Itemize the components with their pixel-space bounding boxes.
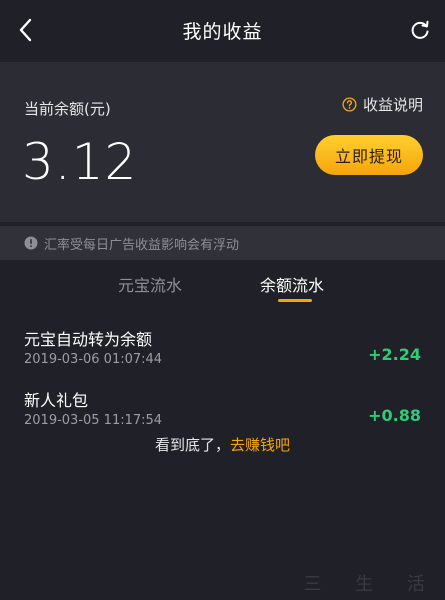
record-time: 2019-03-06 01:07:44 [24,352,163,367]
refresh-icon [411,20,429,39]
page-title: 我的收益 [182,20,263,43]
record-time: 2019-03-05 11:17:54 [24,413,163,428]
refresh-button[interactable] [407,15,433,45]
info-icon [24,236,38,250]
question-circle-icon [342,97,357,112]
withdraw-button[interactable]: 立即提现 [315,135,423,175]
balance-label: 当前余额(元) [24,100,111,118]
list-item: 新人礼包 2019-03-05 11:17:54 +0.88 [0,383,445,441]
record-amount: +2.24 [368,345,421,364]
tab-ingot-records[interactable]: 元宝流水 [118,272,182,296]
record-title: 元宝自动转为余额 [24,330,153,349]
back-button[interactable] [12,15,38,45]
top-nav-bar: 我的收益 [0,0,445,60]
balance-card: 当前余额(元) 3.12 收益说明 立即提现 [0,62,445,222]
end-of-list-text: 看到底了， [154,436,230,454]
exchange-rate-notice: 汇率受每日广告收益影响会有浮动 [0,226,445,260]
record-amount: +0.88 [368,406,421,425]
end-of-list-note: 看到底了，去赚钱吧 [0,434,445,455]
record-title: 新人礼包 [24,391,89,410]
chevron-left-icon [19,18,32,42]
balance-value: 3.12 [22,133,138,191]
earnings-page: 我的收益 当前余额(元) 3.12 收益说明 立即提现 汇率受每日广告收益影响会 [0,0,445,600]
go-earn-link[interactable]: 去赚钱吧 [230,436,290,454]
record-tabs: 元宝流水 余额流水 [0,262,445,308]
earnings-explanation-link[interactable]: 收益说明 [342,94,423,115]
list-item: 元宝自动转为余额 2019-03-06 01:07:44 +2.24 [0,322,445,380]
explanation-label: 收益说明 [362,96,423,114]
watermark: 三 生 活 [303,574,439,595]
tab-balance-records[interactable]: 余额流水 [260,272,324,296]
active-tab-indicator [278,299,312,302]
notice-text: 汇率受每日广告收益影响会有浮动 [44,237,240,253]
